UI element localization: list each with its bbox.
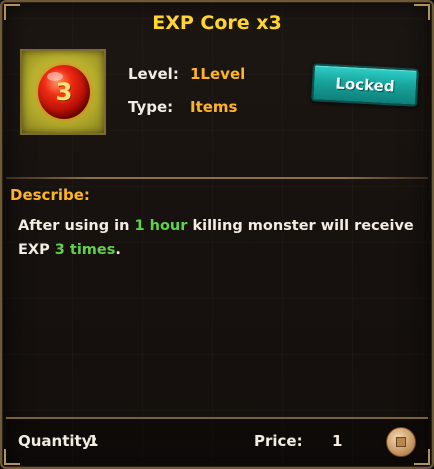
level-value: 1Level xyxy=(190,65,246,83)
price-label: Price: xyxy=(254,432,303,450)
type-label: Type: xyxy=(128,98,174,116)
coin-hole xyxy=(396,437,406,447)
section-divider xyxy=(6,177,428,179)
description-part: . xyxy=(115,242,121,258)
locked-button[interactable]: Locked xyxy=(311,63,419,107)
coin-icon xyxy=(386,427,416,457)
item-footer: Quantity: 1 Price: 1 xyxy=(6,417,428,463)
description-part: After using in xyxy=(18,218,135,234)
exp-core-orb-icon: 3 xyxy=(38,65,90,119)
multiplier-highlight: 3 times xyxy=(54,242,116,258)
item-title: EXP Core x3 xyxy=(152,12,282,34)
price-value: 1 xyxy=(332,432,343,450)
describe-label: Describe: xyxy=(10,186,90,204)
orb-multiplier-badge: 3 xyxy=(55,78,73,106)
quantity-label: Quantity: xyxy=(18,432,98,450)
type-value: Items xyxy=(190,98,238,116)
item-tooltip-panel: EXP Core x3 3 Level: 1Level Type: Items … xyxy=(0,0,434,469)
item-icon-slot: 3 xyxy=(20,49,106,135)
level-label: Level: xyxy=(128,65,179,83)
quantity-value: 1 xyxy=(88,432,99,450)
description-text: After using in 1 hour killing monster wi… xyxy=(18,214,420,262)
duration-highlight: 1 hour xyxy=(134,218,188,234)
